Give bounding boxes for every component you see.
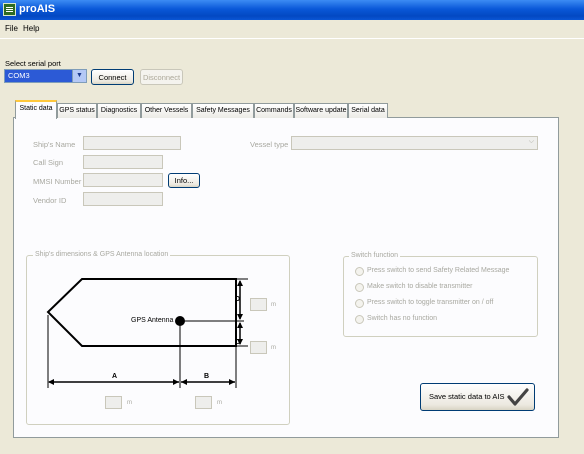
- disconnect-button[interactable]: Disconnect: [140, 69, 183, 85]
- dimension-a-input[interactable]: [105, 396, 122, 409]
- dimension-c-unit: m: [271, 345, 276, 351]
- save-static-data-button[interactable]: Save static data to AIS: [420, 383, 535, 411]
- mmsi-field[interactable]: [83, 173, 163, 187]
- serial-port-value: COM3: [8, 71, 30, 80]
- call-sign-label: Call Sign: [33, 158, 64, 167]
- switch-option-radio[interactable]: [355, 299, 364, 308]
- checkmark-icon: [507, 388, 529, 406]
- switch-option-radio[interactable]: [355, 283, 364, 292]
- ships-name-field[interactable]: [83, 136, 181, 150]
- switch-option-radio[interactable]: [355, 315, 364, 324]
- tab-commands[interactable]: Commands: [254, 103, 294, 118]
- switch-option-label: Press switch to send Safety Related Mess…: [367, 267, 510, 274]
- dimension-d-label: D: [235, 296, 241, 303]
- vendor-id-label: Vendor ID: [33, 196, 67, 205]
- mmsi-label: MMSI Number: [33, 177, 82, 186]
- ship-diagram: [46, 278, 248, 388]
- switch-option-label: Switch has no function: [367, 315, 438, 322]
- menu-file[interactable]: File: [5, 24, 18, 33]
- title-bar: [0, 0, 584, 20]
- dimension-b-input[interactable]: [195, 396, 212, 409]
- dimension-a-unit: m: [127, 400, 132, 406]
- vendor-id-field[interactable]: [83, 192, 163, 206]
- tab-serial-data[interactable]: Serial data: [348, 103, 388, 118]
- dimension-c-input[interactable]: [250, 341, 267, 354]
- switch-option-label: Make switch to disable transmitter: [367, 283, 473, 290]
- dimension-b-unit: m: [217, 400, 222, 406]
- tab-gps-status[interactable]: GPS status: [57, 103, 97, 118]
- tab-safety-messages[interactable]: Safety Messages: [192, 103, 254, 118]
- save-button-label: Save static data to AIS: [429, 392, 505, 401]
- dimension-b-label: B: [204, 373, 210, 380]
- ships-name-label: Ship's Name: [33, 140, 76, 149]
- tab-other-vessels[interactable]: Other Vessels: [141, 103, 192, 118]
- serial-port-select[interactable]: COM3 ▼: [4, 69, 87, 83]
- window-title: proAIS: [19, 3, 56, 15]
- call-sign-field[interactable]: [83, 155, 163, 169]
- app-icon: [3, 3, 16, 16]
- switch-function-legend: Switch function: [349, 252, 401, 259]
- switch-option-label: Press switch to toggle transmitter on / …: [367, 299, 494, 306]
- tab-diagnostics[interactable]: Diagnostics: [97, 103, 141, 118]
- menu-help[interactable]: Help: [23, 24, 39, 33]
- dimension-d-input[interactable]: [250, 298, 267, 311]
- dimension-a-label: A: [112, 373, 118, 380]
- connect-button[interactable]: Connect: [91, 69, 134, 85]
- gps-antenna-marker: [175, 316, 185, 326]
- vessel-type-select[interactable]: ⌵: [291, 136, 538, 150]
- tab-static-data[interactable]: Static data: [15, 100, 57, 119]
- serial-port-label: Select serial port: [5, 59, 61, 68]
- info-button[interactable]: Info...: [168, 173, 200, 188]
- chevron-down-icon[interactable]: ⌵: [529, 138, 534, 146]
- dimension-c-label: C: [235, 339, 241, 346]
- vessel-type-label: Vessel type: [250, 140, 289, 149]
- switch-option-radio[interactable]: [355, 267, 364, 276]
- chevron-down-icon[interactable]: ▼: [72, 70, 86, 82]
- dimension-d-unit: m: [271, 302, 276, 308]
- gps-antenna-label: GPS Antenna: [131, 317, 174, 324]
- tab-software-update[interactable]: Software update: [294, 103, 348, 118]
- ship-hull-outline: [46, 278, 237, 347]
- menu-bar: [0, 20, 584, 39]
